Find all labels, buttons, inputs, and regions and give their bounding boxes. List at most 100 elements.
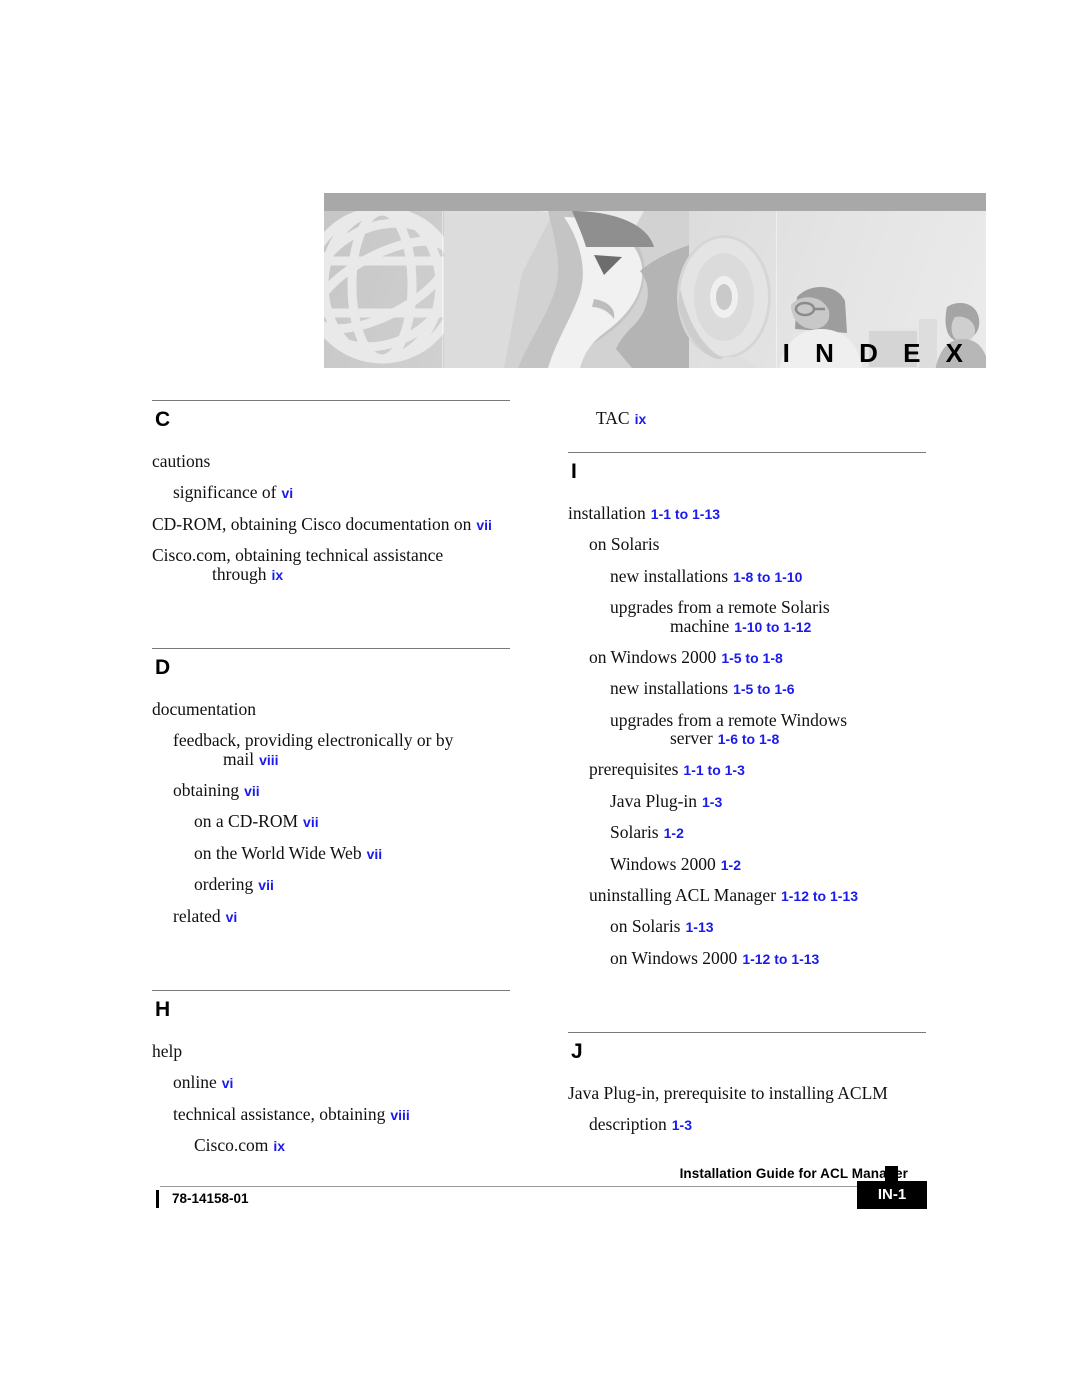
- panel-seam: [442, 211, 443, 368]
- section-divider: [568, 1032, 926, 1033]
- index-entry: CD-ROM, obtaining Cisco documentation on…: [152, 515, 510, 533]
- page-title: I N D E X: [782, 338, 972, 368]
- page-reference: 1-3: [702, 793, 723, 810]
- section-divider: [152, 647, 510, 649]
- index-entry-label: cautions: [152, 451, 211, 471]
- page-reference: 1-1 to 1-3: [683, 762, 745, 779]
- page-reference: viii: [259, 751, 279, 768]
- index-section-i: Iinstallation 1-1 to 1-13 on Solaris new in…: [568, 452, 926, 967]
- index-entry-label: CD-ROM, obtaining Cisco documentation: [152, 513, 450, 534]
- page-reference: 1-1 to 1-13: [650, 506, 721, 522]
- index-entry: new installations 1-8 to 1-10: [610, 567, 926, 585]
- footer-square-marker: [885, 1166, 898, 1181]
- index-entry: uninstalling ACL Manager 1-12 to 1-13: [589, 886, 926, 904]
- index-entry: documentation: [152, 700, 510, 718]
- index-entry: technical assistance, obtaining viii: [173, 1103, 510, 1124]
- index-entry-label: on Windows 2000: [589, 646, 717, 667]
- index-entry: on Solaris 1-13: [610, 917, 926, 935]
- page-reference: vii: [258, 877, 274, 894]
- index-entry-label: Cisco.com: [194, 1135, 269, 1155]
- index-entry: cautions: [152, 452, 510, 470]
- index-entry-label: documentation: [152, 698, 257, 719]
- index-section-j: J Java Plug-in, prerequisite to installin…: [568, 1032, 926, 1134]
- index-entry: significance of vi: [173, 483, 510, 501]
- footer-tick-marker: [156, 1190, 159, 1208]
- index-entry-continuation: through: [212, 563, 267, 584]
- index-column-left: Ccautions significance of vi CD-ROM, obtain…: [152, 400, 510, 1167]
- index-entry-label: Solaris: [610, 822, 659, 843]
- index-entry: description 1-3: [589, 1115, 926, 1133]
- footer-page-number: IN-1: [877, 1186, 907, 1203]
- banner-artwork: I N D E X: [324, 211, 986, 368]
- page-reference: 1-12 to 1-13: [780, 887, 859, 904]
- index-entry-label: uninstalling ACL Manager: [589, 884, 776, 905]
- index-entry-label: Cisco.com, obtaining technical assistanc…: [152, 545, 444, 566]
- index-entry-continuation: machine: [670, 615, 730, 636]
- index-column-right: Iinstallation 1-1 to 1-13 on Solaris new in…: [568, 400, 926, 1147]
- index-entry-label: on Solaris: [589, 534, 660, 555]
- index-entry-label: description: [589, 1114, 667, 1135]
- index-entry: on Windows 2000 1-12 to 1-13: [610, 948, 926, 967]
- index-banner: I N D E X: [324, 193, 986, 368]
- index-entry-label: upgrades from a remote Windows: [610, 709, 848, 730]
- section-letter: H: [155, 997, 171, 1021]
- page-reference: 1-6 to 1-8: [717, 731, 780, 747]
- page-reference: 1-3: [671, 1117, 692, 1134]
- index-entry: on a CD-ROM vii: [194, 812, 510, 830]
- page-reference: vi: [281, 485, 294, 502]
- index-entry: upgrades from a remote Windows server 1-6…: [610, 709, 926, 748]
- index-entry-label: new installations: [610, 565, 729, 586]
- section-letter: I: [571, 460, 577, 483]
- page-reference: 1-5 to 1-8: [721, 649, 783, 666]
- index-entry: help: [152, 1042, 510, 1060]
- index-entry-label: Java Plug-in, prerequisite to installing…: [568, 1083, 888, 1103]
- page-reference: vii: [303, 814, 319, 831]
- page-reference: ix: [273, 1138, 286, 1154]
- compact-disc-icon: [664, 229, 784, 368]
- index-entry: new installations 1-5 to 1-6: [610, 679, 926, 697]
- index-entry-label: new installations: [610, 678, 729, 699]
- index-entry: Cisco.com ix: [194, 1136, 510, 1154]
- page-footer: Installation Guide for ACL Manager 78-14…: [0, 1166, 1080, 1236]
- page-reference: 1-12 to 1-13: [742, 950, 820, 967]
- stylized-face-icon: [444, 211, 689, 368]
- section-divider: [152, 989, 510, 991]
- page-reference: vi: [225, 908, 238, 925]
- index-entry: online vi: [173, 1073, 510, 1091]
- index-entry: Solaris 1-2: [610, 823, 926, 841]
- index-entry: on Solaris: [589, 535, 926, 553]
- index-entry: feedback, providing electronically or by…: [173, 731, 510, 768]
- footer-guide-title: Installation Guide for ACL Manager: [679, 1166, 908, 1181]
- page-reference: 1-2: [720, 856, 741, 873]
- index-entry-label: online: [173, 1072, 217, 1093]
- index-entry: Windows 2000 1-2: [610, 854, 926, 873]
- section-divider: [152, 400, 510, 401]
- index-entry: Java Plug-in, prerequisite to installing…: [568, 1084, 926, 1102]
- index-entry-label: upgrades from a remote Solaris: [610, 597, 830, 618]
- index-entry-label: on a CD-ROM: [194, 811, 299, 832]
- section-letter: C: [155, 408, 171, 431]
- footer-divider: [160, 1186, 885, 1187]
- page-reference: vi: [221, 1075, 234, 1092]
- index-section-h: Hhelp online vi technical assistance, obtai…: [152, 989, 510, 1155]
- index-entry-continuation: server: [670, 728, 713, 748]
- section-letter: D: [155, 655, 171, 679]
- page-reference: vii: [244, 783, 260, 799]
- index-entry-label: installation: [568, 503, 646, 523]
- index-entry-label: technical assistance, obtaining: [173, 1103, 386, 1124]
- index-entry: ordering vii: [194, 875, 510, 893]
- banner-top-bar: [324, 193, 986, 211]
- index-entry-label: feedback, providing electronically or by: [173, 730, 454, 751]
- footer-document-number: 78-14158-01: [172, 1191, 249, 1206]
- index-entry-label: ordering: [194, 874, 254, 895]
- index-entry: related vi: [173, 905, 510, 926]
- index-section-d: Ddocumentation feedback, providing electr…: [152, 647, 510, 926]
- index-entry: on Windows 2000 1-5 to 1-8: [589, 648, 926, 666]
- page-reference: vii: [476, 516, 492, 533]
- index-entry-label: related: [173, 905, 221, 926]
- index-entry-label: Java Plug-in: [610, 790, 698, 811]
- index-entry-label: on the World Wide Web: [194, 842, 362, 863]
